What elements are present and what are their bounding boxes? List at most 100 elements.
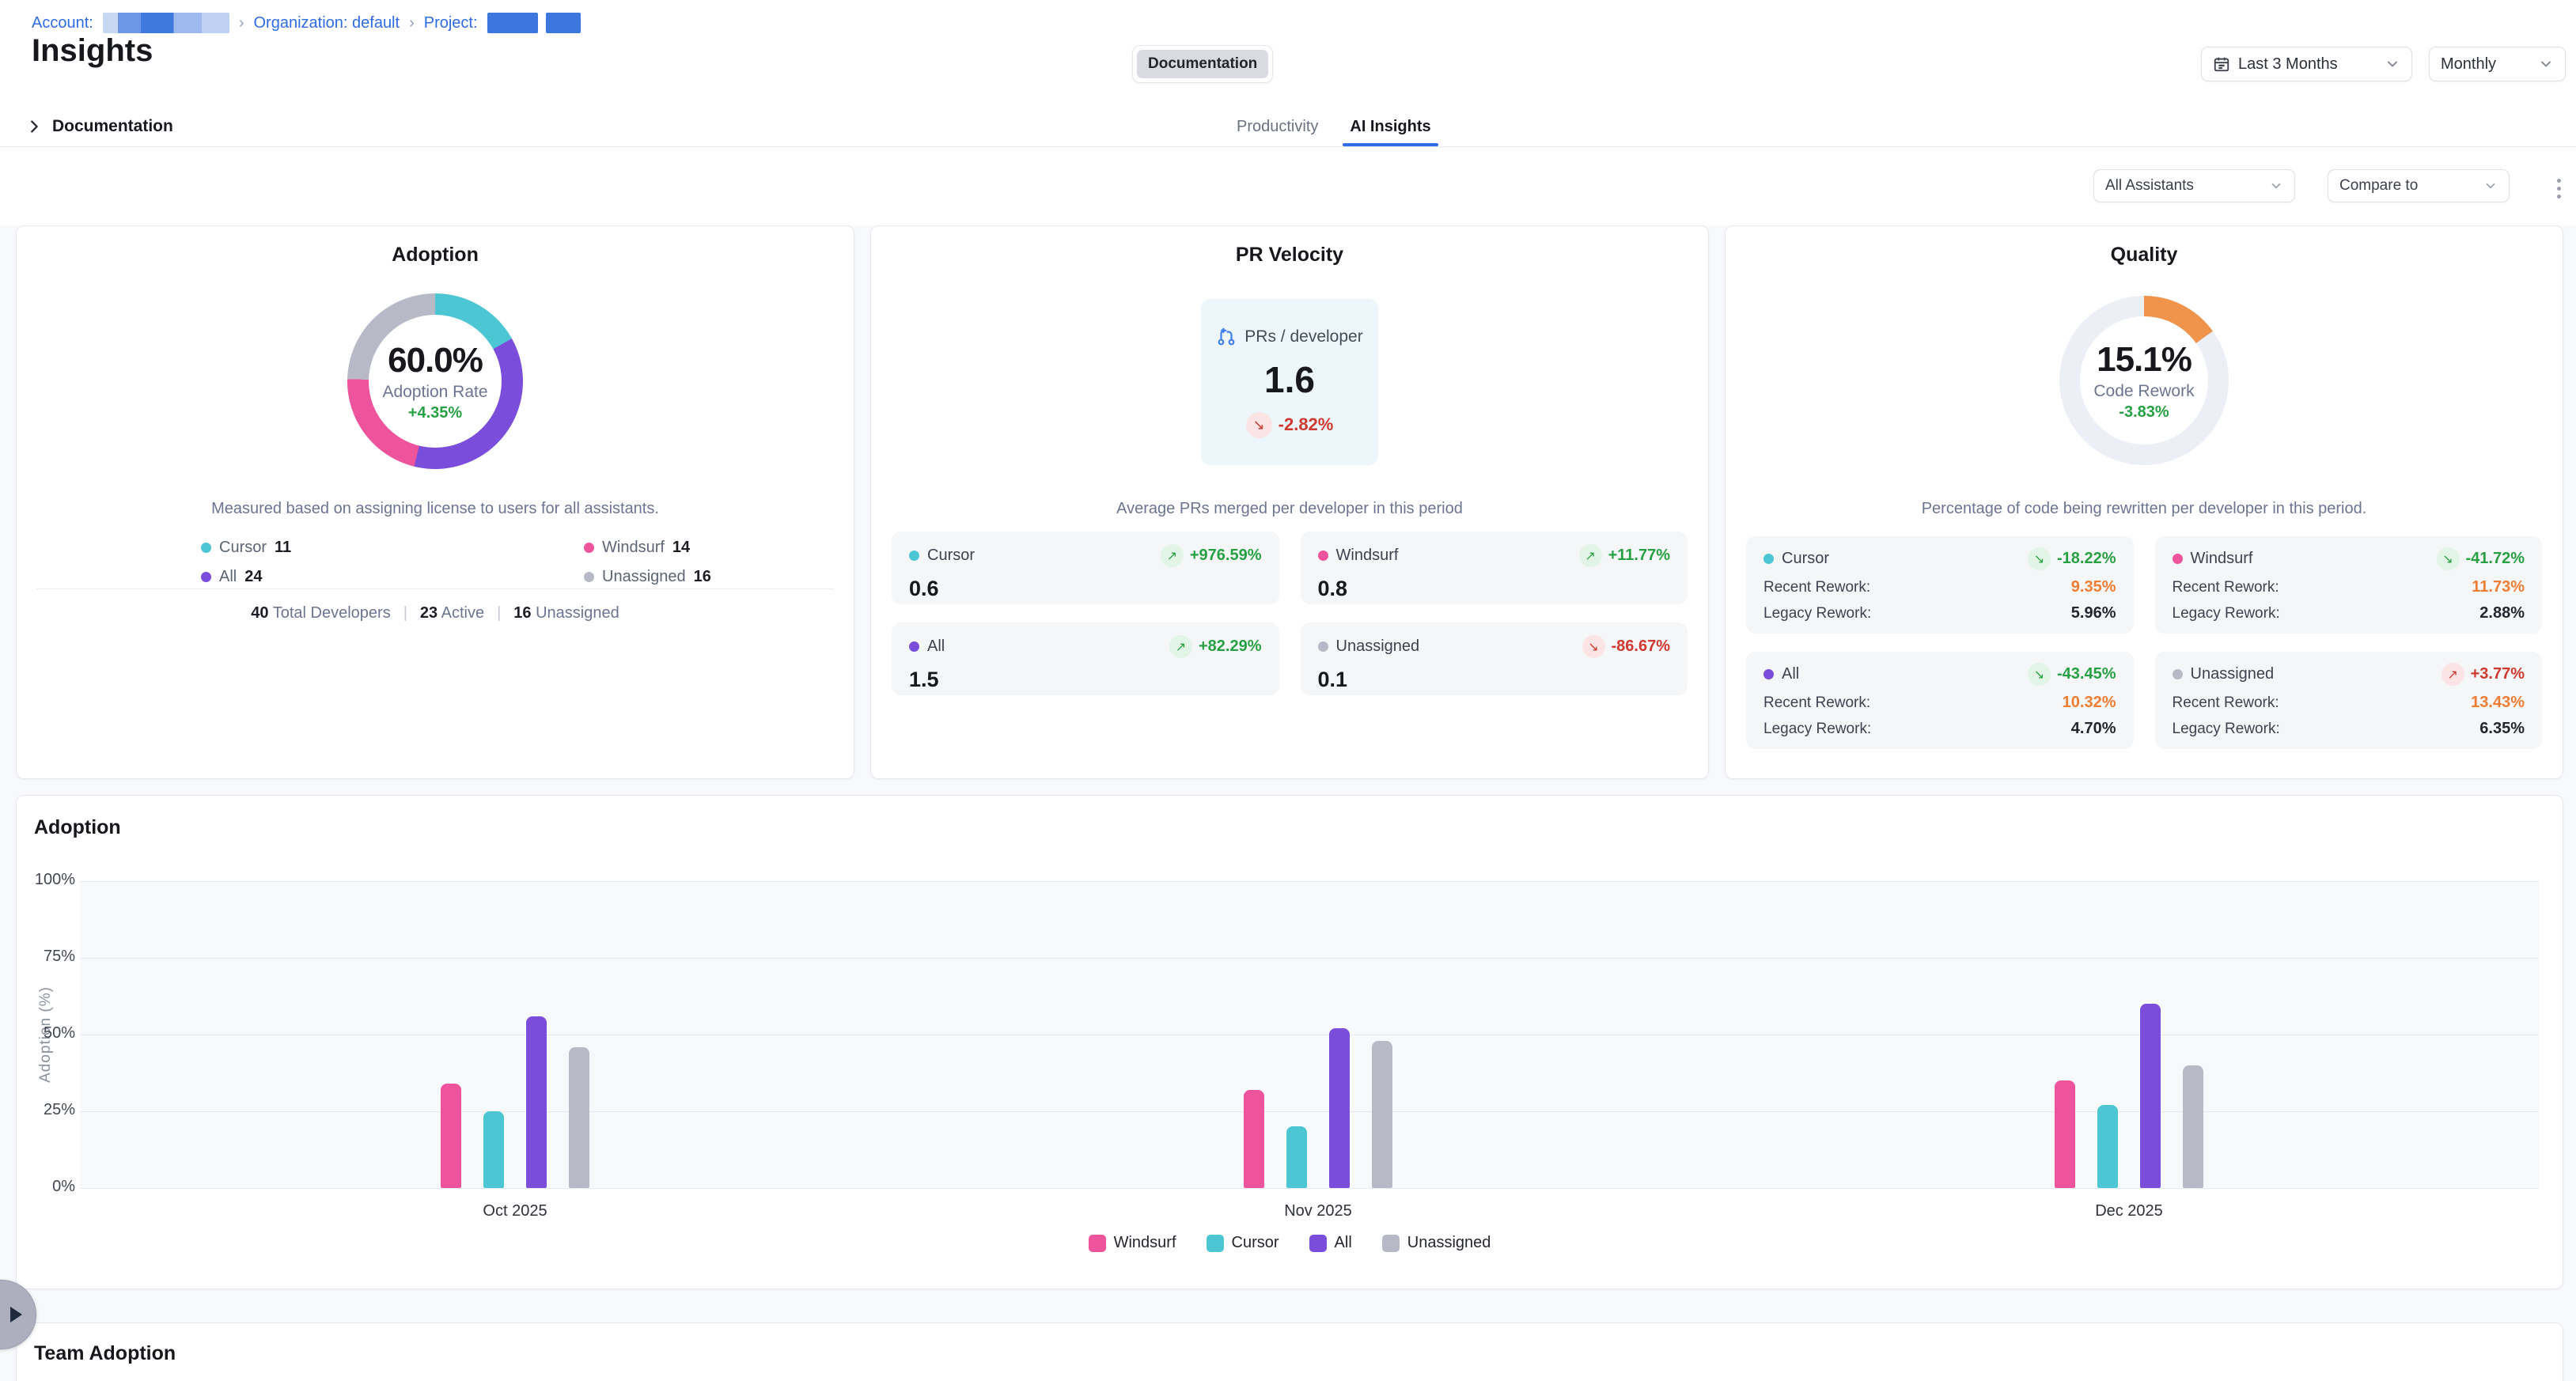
more-options-kebab-button[interactable] xyxy=(2554,176,2564,202)
x-tick-label: Oct 2025 xyxy=(483,1202,547,1220)
footer-separator: | xyxy=(497,604,501,622)
trend-down-badge: ↘-18.22% xyxy=(2028,547,2116,570)
legend-swatch xyxy=(1207,1235,1224,1252)
rework-value: 13.43% xyxy=(2471,694,2525,712)
rework-label: Legacy Rework: xyxy=(2173,605,2280,622)
chevron-down-icon xyxy=(2269,179,2283,193)
chart-legend-item-cursor[interactable]: Cursor xyxy=(1207,1234,1279,1252)
footer-stat-label: Active xyxy=(438,604,484,622)
bar-cursor-oct-2025 xyxy=(483,1111,504,1188)
chart-legend-item-all[interactable]: All xyxy=(1309,1234,1352,1252)
pr-tile-all: All↗+82.29%1.5 xyxy=(892,622,1279,695)
assistants-filter-select[interactable]: All Assistants xyxy=(2093,169,2295,202)
tile-header: Windsurf ↗+11.77% xyxy=(1318,544,1671,567)
assistant-name: Cursor xyxy=(1782,550,1829,568)
assistant-name: Unassigned xyxy=(2191,665,2275,683)
triangle-right-icon xyxy=(10,1307,22,1322)
y-tick-label: 50% xyxy=(18,1024,75,1042)
arrow-down-right-icon: ↘ xyxy=(2028,547,2051,570)
x-tick-label: Dec 2025 xyxy=(2095,1202,2163,1220)
footer-stat-value: 23 xyxy=(420,604,438,622)
rework-value: 11.73% xyxy=(2472,578,2525,596)
rework-value: 9.35% xyxy=(2071,578,2116,596)
code-rework-delta: -3.83% xyxy=(2119,403,2169,422)
legend-label: Unassigned xyxy=(602,568,686,586)
y-tick-label: 75% xyxy=(18,948,75,966)
breadcrumb-separator-icon: › xyxy=(239,14,244,32)
team-adoption-card: Team Adoption xyxy=(16,1322,2563,1381)
chart-legend-item-unassigned[interactable]: Unassigned xyxy=(1382,1234,1491,1252)
quality-assistant-tiles: Cursor↘-18.22%Recent Rework:9.35%Legacy … xyxy=(1746,536,2542,749)
series-color-dot xyxy=(909,551,919,561)
trend-down-badge: ↘-2.82% xyxy=(1246,412,1334,438)
calendar-icon xyxy=(2213,55,2230,73)
code-rework-label: Code Rework xyxy=(2093,382,2194,401)
trend-up-badge: ↗+3.77% xyxy=(2442,663,2525,686)
arrow-down-right-icon: ↘ xyxy=(1246,412,1272,438)
legend-label: Cursor xyxy=(219,539,267,557)
trend-value: -41.72% xyxy=(2466,550,2525,568)
legend-item: Unassigned16 xyxy=(584,568,806,586)
assistant-name: Windsurf xyxy=(1336,547,1399,565)
trend-up-badge: ↗ +976.59% xyxy=(1161,544,1262,567)
adoption-legend: Cursor11Windsurf14All24Unassigned16 xyxy=(201,539,806,586)
trend-up-badge: ↗+11.77% xyxy=(1579,544,1670,567)
quality-card: Quality 15.1% Code Rework -3.83% Percent… xyxy=(1725,225,2563,779)
assistant-name: Cursor xyxy=(927,547,975,565)
chevron-right-icon[interactable] xyxy=(25,118,43,135)
series-color-dot xyxy=(584,572,594,582)
tile-header: Unassigned↘-86.67% xyxy=(1318,635,1671,658)
footer-separator: | xyxy=(403,604,407,622)
trend-value: +3.77% xyxy=(2471,665,2525,683)
chart-title: Adoption xyxy=(34,816,121,839)
x-tick-label: Nov 2025 xyxy=(1284,1202,1352,1220)
compare-to-select[interactable]: Compare to xyxy=(2328,169,2510,202)
tab-ai-insights[interactable]: AI Insights xyxy=(1350,107,1430,146)
documentation-button[interactable]: Documentation xyxy=(1132,45,1273,83)
organization-breadcrumb-link[interactable]: Organization: default xyxy=(254,14,400,32)
arrow-up-right-icon: ↗ xyxy=(1169,635,1192,658)
redacted-account-name xyxy=(103,13,229,33)
card-title: Adoption xyxy=(17,244,854,267)
recent-rework-row: Recent Rework:9.35% xyxy=(1763,578,2116,596)
recent-rework-row: Recent Rework: 13.43% xyxy=(2173,694,2525,712)
assistant-name: All xyxy=(1782,665,1799,683)
quality-gauge-chart: 15.1% Code Rework -3.83% xyxy=(2059,296,2229,465)
trend-down-badge: ↘-43.45% xyxy=(2028,663,2116,686)
recent-rework-row: Recent Rework:11.73% xyxy=(2173,578,2525,596)
gridline xyxy=(80,1188,2539,1189)
series-color-dot xyxy=(201,572,211,582)
bar-windsurf-dec-2025 xyxy=(2055,1080,2075,1188)
compare-to-value: Compare to xyxy=(2339,177,2418,195)
project-breadcrumb-link[interactable]: Project: xyxy=(424,14,478,32)
quality-tile-windsurf: Windsurf↘-41.72%Recent Rework:11.73%Lega… xyxy=(2155,536,2543,634)
legend-swatch xyxy=(1089,1235,1106,1252)
rework-label: Recent Rework: xyxy=(1763,694,1870,712)
arrow-up-right-icon: ↗ xyxy=(1161,544,1184,567)
footer-stat: 23 Active xyxy=(420,604,484,622)
account-breadcrumb-link[interactable]: Account: xyxy=(32,14,93,32)
recent-rework-row: Recent Rework: 10.32% xyxy=(1763,694,2116,712)
divider xyxy=(36,588,834,589)
card-title: Quality xyxy=(1726,244,2563,267)
tab-productivity[interactable]: Productivity xyxy=(1237,107,1318,146)
quality-tile-unassigned: Unassigned↗+3.77%Recent Rework:13.43%Leg… xyxy=(2155,652,2543,749)
rework-value: 10.32% xyxy=(2063,694,2116,712)
granularity-select[interactable]: Monthly xyxy=(2429,47,2566,81)
y-tick-label: 25% xyxy=(18,1101,75,1119)
rework-label: Recent Rework: xyxy=(2173,694,2279,712)
tile-header: Unassigned ↗+3.77% xyxy=(2173,663,2525,686)
date-range-select[interactable]: Last 3 Months xyxy=(2201,47,2412,81)
series-color-dot xyxy=(909,641,919,652)
pr-velocity-caption: Average PRs merged per developer in this… xyxy=(895,500,1684,518)
series-color-dot xyxy=(1318,641,1328,652)
bar-cursor-dec-2025 xyxy=(2097,1105,2118,1188)
section-title[interactable]: Documentation xyxy=(52,117,173,136)
series-color-dot xyxy=(201,543,211,553)
adoption-footer-stats: 40 Total Developers|23 Active|16 Unassig… xyxy=(17,604,854,622)
legend-value: 11 xyxy=(275,539,291,557)
trend-value: +976.59% xyxy=(1190,547,1262,565)
legend-label: Unassigned xyxy=(1407,1234,1491,1252)
breadcrumb-separator-icon: › xyxy=(409,14,415,32)
chart-legend-item-windsurf[interactable]: Windsurf xyxy=(1089,1234,1176,1252)
